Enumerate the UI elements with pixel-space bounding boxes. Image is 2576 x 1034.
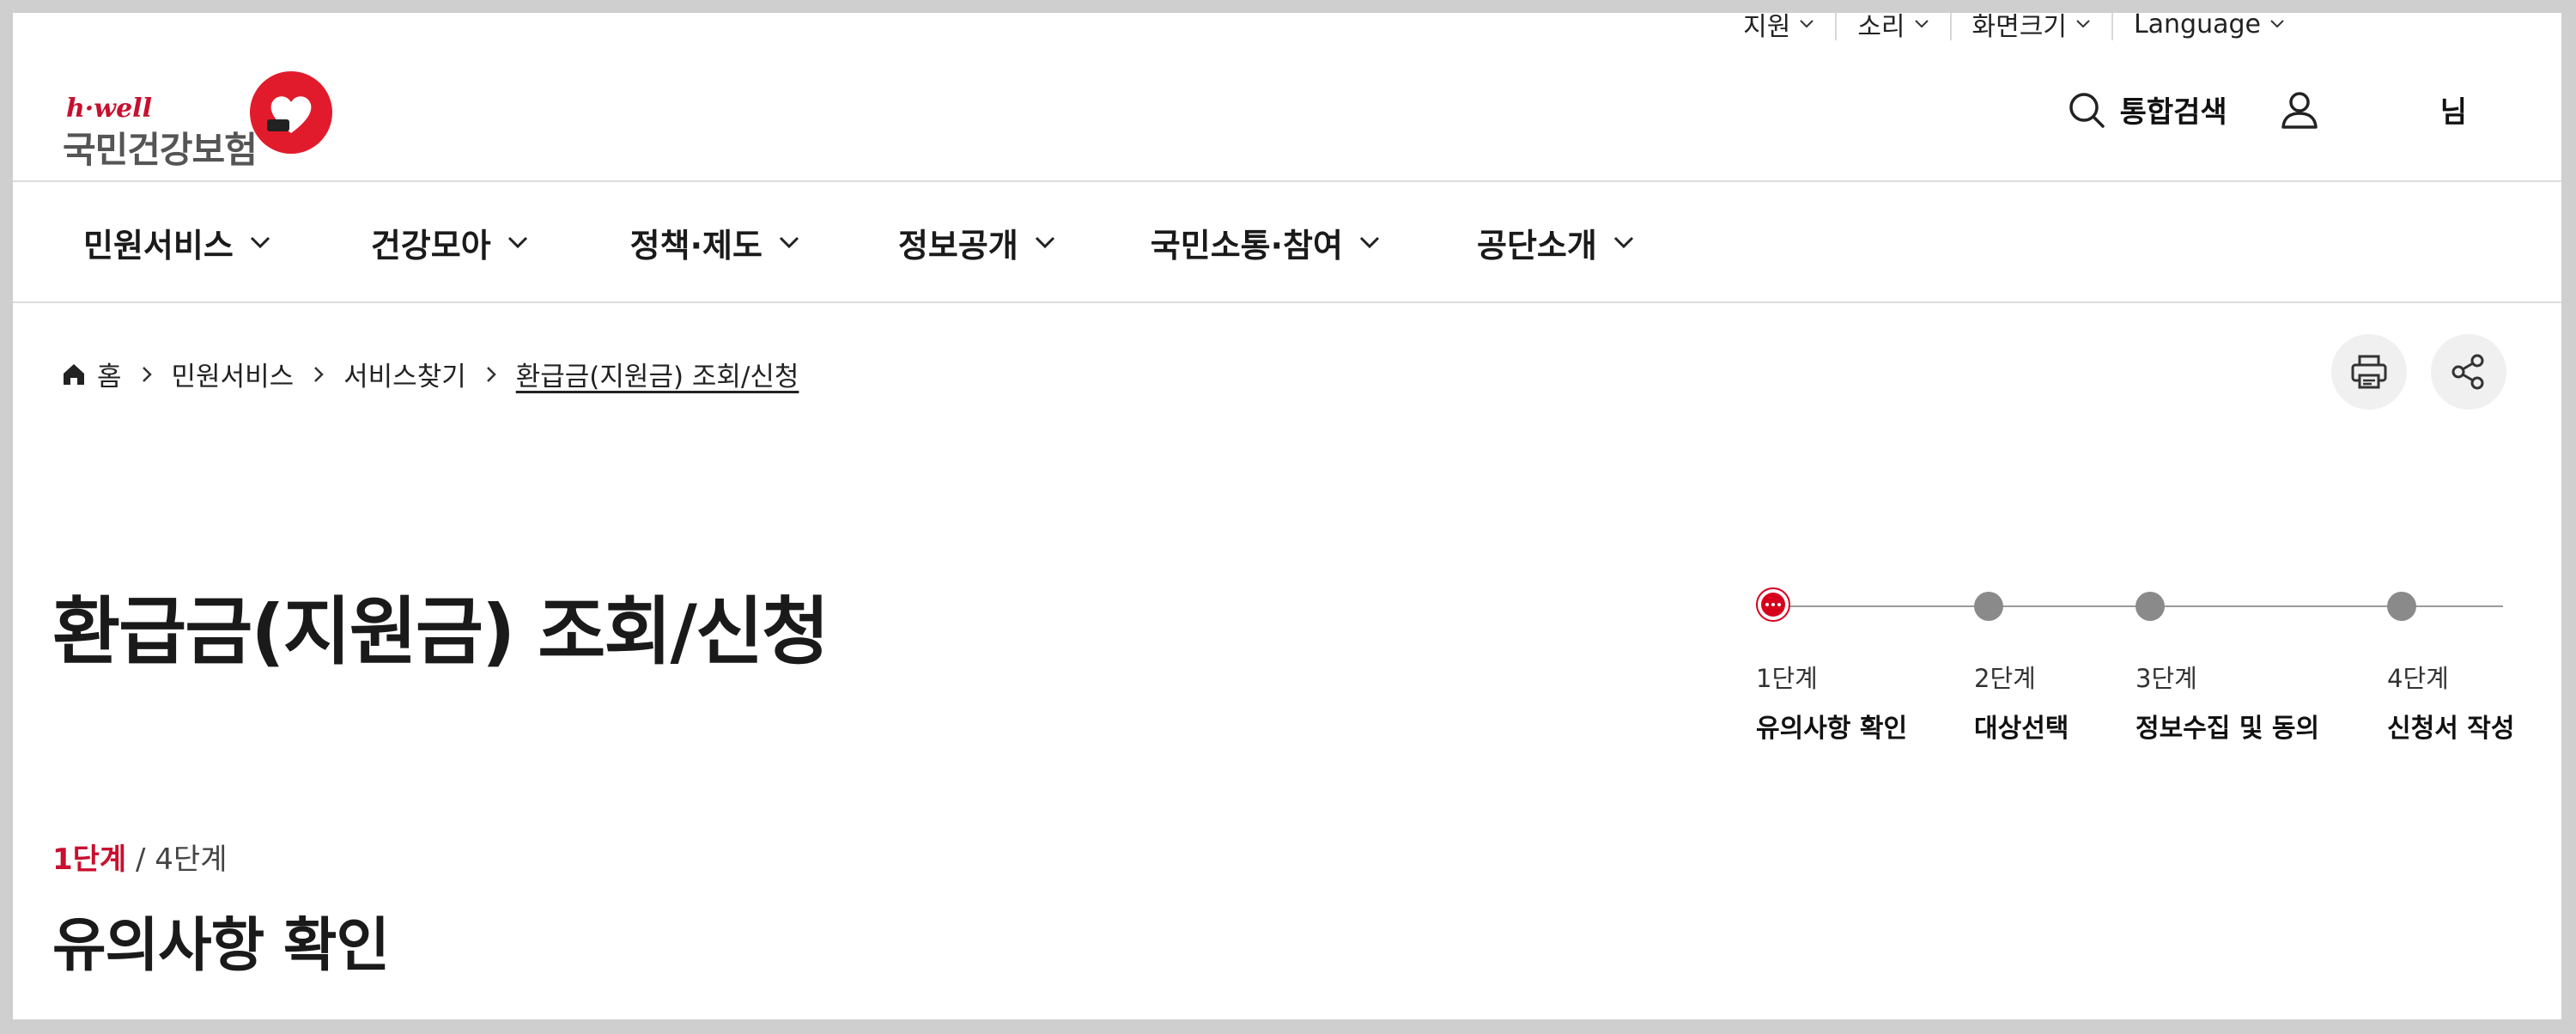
gnb-item-health-moa[interactable]: 건강모아 [371,219,529,266]
logo-tagline: h·well [66,94,152,124]
gnb-item-label: 정보공개 [897,226,1018,265]
step-marker-1 [1756,587,1790,622]
header-actions: 통합검색 님 [2067,88,2467,131]
step-name: 신청서 작성 [2387,714,2515,744]
utility-screen-size-label: 화면크기 [1971,13,2067,42]
breadcrumb-current[interactable]: 환급금(지원금) 조회/신청 [516,355,799,393]
step-indicator-current: 1단계 [52,842,127,877]
gnb-item-civil-service[interactable]: 민원서비스 [83,219,271,266]
user-name[interactable]: 님 [2440,88,2467,131]
user-button[interactable] [2279,89,2320,131]
step-marker-3 [2136,592,2165,621]
step-indicator-separator: / [126,842,155,877]
chevron-down-icon [2076,20,2090,28]
breadcrumb-home-label: 홈 [97,362,122,392]
gnb-item-about[interactable]: 공단소개 [1477,219,1635,266]
step-marker-2 [1974,592,2003,621]
gnb-item-label: 공단소개 [1476,226,1597,265]
print-icon [2351,355,2387,389]
chevron-down-icon [1359,236,1380,249]
nav-divider [13,301,2561,303]
chevron-down-icon [250,236,270,249]
step-name: 유의사항 확인 [1756,714,1908,744]
share-button[interactable] [2431,334,2506,410]
utility-support-label: 지원 [1743,13,1791,42]
chevron-right-icon [142,366,152,382]
breadcrumb-separator [141,365,153,384]
chevron-down-icon [2270,20,2284,28]
utility-sound-label: 소리 [1857,13,1905,42]
gnb-item-disclosure[interactable]: 정보공개 [898,219,1056,266]
step-number: 1단계 [1756,664,1818,693]
heart-logo-icon [250,71,332,154]
integrated-search-label: 통합검색 [2119,95,2227,130]
print-button[interactable] [2331,334,2407,410]
section-title: 유의사항 확인 [52,912,390,980]
chevron-down-icon [507,236,527,249]
breadcrumb-home[interactable]: 홈 [61,355,122,393]
gnb-item-label: 민원서비스 [83,226,234,265]
gnb-item-label: 국민소통·참여 [1150,226,1343,265]
integrated-search-button[interactable]: 통합검색 [2067,88,2227,131]
header-divider [13,180,2561,182]
chevron-right-icon [314,366,324,382]
search-icon [2069,92,2105,128]
utility-screen-size[interactable]: 화면크기 [1949,13,2111,42]
chevron-down-icon [1800,20,1814,28]
home-icon [64,363,84,385]
site-logo[interactable]: h·well 국민건강보험 [51,56,343,171]
share-icon [2451,354,2484,390]
utility-language[interactable]: Language [2111,13,2306,40]
breadcrumb-separator [313,365,325,384]
breadcrumb-separator [485,365,497,384]
step-marker-4 [2387,592,2416,621]
step-current-icon [1761,593,1785,617]
chevron-down-icon [779,236,799,249]
browser-viewport: 지원 소리 화면크기 Language h·well 국민건강보험 통합검색 님… [13,13,2561,1019]
step-number: 3단계 [2136,664,2197,693]
chevron-down-icon [1613,236,1633,249]
chevron-down-icon [1035,236,1054,249]
gnb-item-policy[interactable]: 정책·제도 [630,219,800,266]
step-number: 4단계 [2387,664,2449,693]
gnb-item-label: 정책·제도 [629,226,762,265]
breadcrumb-item[interactable]: 민원서비스 [172,355,295,393]
step-name: 정보수집 및 동의 [2136,714,2320,744]
page-title: 환급금(지원금) 조회/신청 [52,589,829,675]
utility-sound[interactable]: 소리 [1835,13,1949,42]
gnb-item-label: 건강모아 [370,226,491,265]
step-indicator-total: 4단계 [155,842,228,877]
step-number: 2단계 [1974,664,2036,693]
user-icon [2281,91,2318,129]
step-indicator: 1단계 / 4단계 [52,836,228,878]
step-progress: 1단계 유의사항 확인 2단계 대상선택 3단계 정보수집 및 동의 4단계 신… [1756,580,2529,751]
chevron-right-icon [486,366,496,382]
gnb-item-participation[interactable]: 국민소통·참여 [1151,219,1381,266]
utility-bar: 지원 소리 화면크기 Language [1722,13,2306,42]
logo-name: 국민건강보험 [63,129,258,171]
step-name: 대상선택 [1974,714,2069,744]
utility-support[interactable]: 지원 [1722,13,1835,42]
breadcrumb: 홈 민원서비스 서비스찾기 환급금(지원금) 조회/신청 [61,355,799,393]
breadcrumb-item[interactable]: 서비스찾기 [343,355,466,393]
main-navigation: 민원서비스 건강모아 정책·제도 정보공개 국민소통·참여 공단소개 [83,210,1735,274]
utility-language-label: Language [2133,13,2261,40]
chevron-down-icon [1914,20,1929,28]
